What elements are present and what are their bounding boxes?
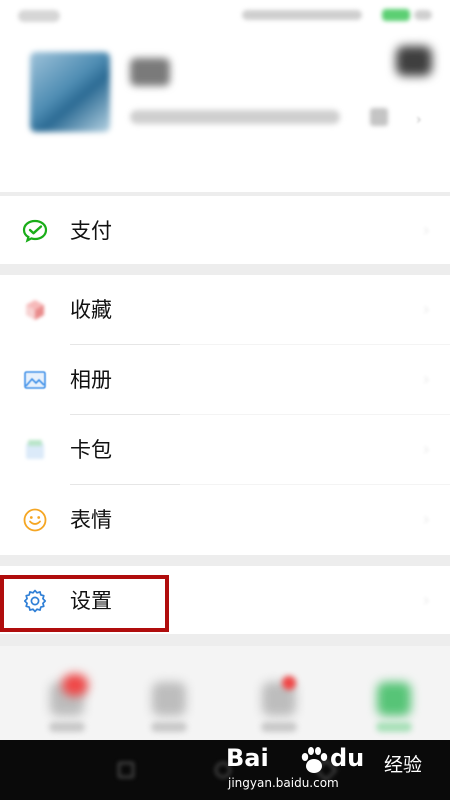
chevron-right-icon: › bbox=[422, 509, 430, 530]
menu-item-stickers[interactable]: 表情 › bbox=[0, 485, 450, 555]
photo-album-icon bbox=[22, 367, 48, 393]
status-icons bbox=[242, 8, 432, 22]
menu-item-stickers-label: 表情 bbox=[70, 508, 112, 532]
chevron-right-icon: › bbox=[422, 220, 430, 241]
bottom-tab-bar bbox=[0, 646, 450, 740]
watermark-logo: Bai bbox=[226, 744, 269, 772]
tab-label-blurred bbox=[151, 722, 187, 732]
signal-icons bbox=[242, 10, 362, 20]
carrier-indicator bbox=[18, 10, 60, 22]
features-group: 收藏 › 相册 › 卡包 › 表情 › bbox=[0, 275, 450, 555]
tab-label-blurred bbox=[261, 722, 297, 732]
menu-item-album-label: 相册 bbox=[70, 368, 112, 392]
menu-item-favorites-label: 收藏 bbox=[70, 298, 112, 322]
menu-item-cards[interactable]: 卡包 › bbox=[0, 415, 450, 485]
chevron-right-icon: › bbox=[422, 369, 430, 390]
menu-item-album[interactable]: 相册 › bbox=[0, 345, 450, 415]
chevron-right-icon: › bbox=[416, 112, 422, 128]
watermark-product: 经验 bbox=[383, 754, 422, 776]
favorites-cube-icon bbox=[22, 297, 48, 323]
wechat-id-blurred bbox=[130, 110, 340, 124]
camera-icon[interactable] bbox=[396, 46, 432, 76]
status-bar bbox=[0, 0, 450, 34]
qr-code-icon[interactable] bbox=[370, 108, 388, 126]
profile-header[interactable]: › bbox=[0, 34, 450, 192]
watermark-brand-b: du bbox=[330, 744, 365, 772]
pay-group: 支付 › bbox=[0, 196, 450, 264]
tab-label-blurred bbox=[376, 722, 412, 732]
gear-icon bbox=[22, 588, 48, 614]
tab-contacts-icon[interactable] bbox=[152, 682, 186, 716]
wechat-pay-icon bbox=[22, 218, 48, 244]
paw-icon bbox=[301, 747, 328, 773]
menu-item-favorites[interactable]: 收藏 › bbox=[0, 275, 450, 345]
menu-item-cards-label: 卡包 bbox=[70, 438, 112, 462]
chevron-right-icon: › bbox=[422, 590, 430, 611]
recent-apps-button[interactable] bbox=[118, 762, 134, 778]
battery-icon bbox=[382, 9, 410, 21]
tab-me-icon[interactable] bbox=[377, 682, 411, 716]
watermark-brand-a: Bai bbox=[226, 744, 269, 772]
unread-badge bbox=[62, 674, 88, 696]
baidu-jingyan-watermark: Bai du 经验 jingyan.baidu.com bbox=[226, 744, 426, 798]
menu-item-pay-label: 支付 bbox=[70, 219, 112, 243]
tab-label-blurred bbox=[49, 722, 85, 732]
avatar[interactable] bbox=[30, 52, 110, 132]
menu-item-settings-label: 设置 bbox=[70, 589, 112, 613]
discover-badge bbox=[282, 676, 296, 690]
smiley-icon bbox=[22, 507, 48, 533]
settings-group: 设置 › bbox=[0, 566, 450, 634]
clock bbox=[414, 10, 432, 20]
nickname-blurred bbox=[130, 58, 170, 86]
card-wallet-icon bbox=[22, 437, 48, 463]
chevron-right-icon: › bbox=[422, 299, 430, 320]
watermark-url: jingyan.baidu.com bbox=[228, 776, 339, 790]
menu-item-pay[interactable]: 支付 › bbox=[0, 196, 450, 266]
chevron-right-icon: › bbox=[422, 439, 430, 460]
menu-item-settings[interactable]: 设置 › bbox=[0, 566, 450, 636]
